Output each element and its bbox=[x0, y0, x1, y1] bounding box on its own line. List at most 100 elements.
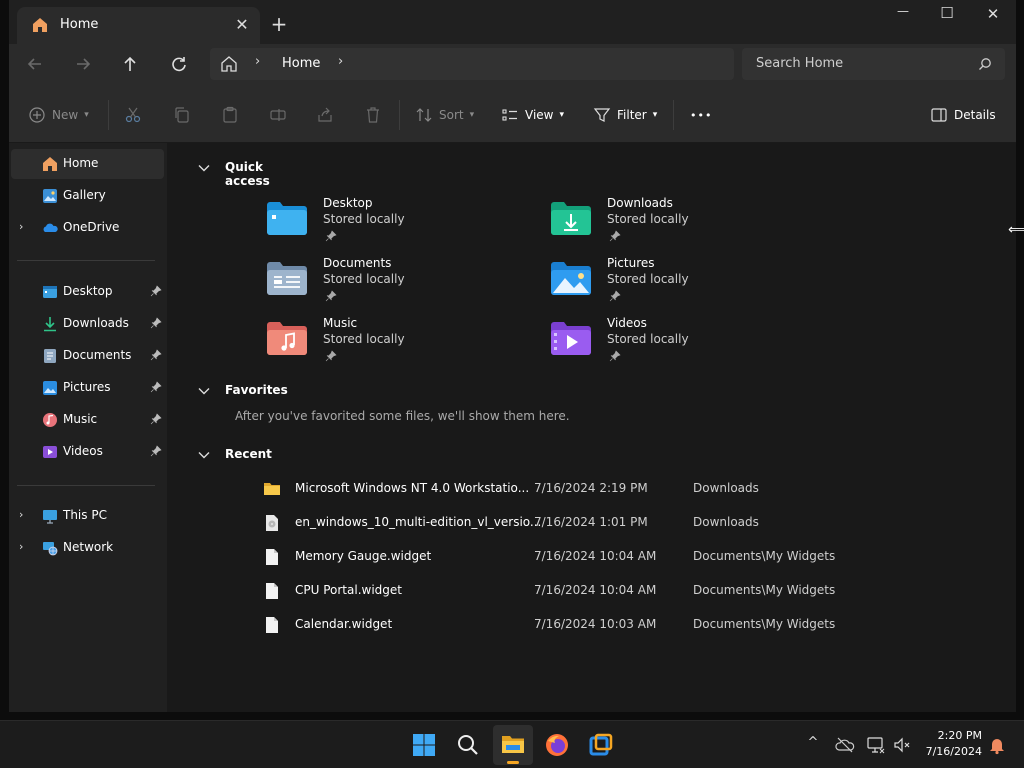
quick-access-name: Downloads bbox=[607, 196, 673, 210]
recent-row[interactable]: CPU Portal.widget 7/16/2024 10:04 AM Doc… bbox=[257, 578, 957, 604]
up-arrow-icon[interactable] bbox=[114, 50, 146, 78]
new-tab-button[interactable]: + bbox=[267, 12, 291, 36]
display-network-icon[interactable] bbox=[866, 735, 886, 755]
sidebar-item-gallery[interactable]: Gallery bbox=[11, 181, 164, 211]
copy-icon[interactable] bbox=[173, 106, 191, 124]
sidebar-item-label: Videos bbox=[63, 444, 103, 458]
sidebar-item-downloads[interactable]: Downloads bbox=[11, 309, 164, 339]
paste-icon[interactable] bbox=[221, 106, 239, 124]
notification-bell-icon[interactable] bbox=[987, 735, 1007, 755]
quick-access-music[interactable]: Music Stored locally bbox=[266, 316, 526, 372]
breadcrumb-chevron-icon[interactable]: › bbox=[255, 54, 260, 69]
sidebar-item-music[interactable]: Music bbox=[11, 405, 164, 435]
tray-overflow-chevron[interactable]: ^ bbox=[803, 735, 823, 755]
recent-row[interactable]: Calendar.widget 7/16/2024 10:03 AM Docum… bbox=[257, 612, 957, 638]
sidebar-item-pictures[interactable]: Pictures bbox=[11, 373, 164, 403]
tab-label: Home bbox=[60, 17, 99, 32]
onedrive-offline-icon[interactable] bbox=[835, 735, 855, 755]
filter-label: Filter bbox=[617, 108, 647, 122]
search-icon[interactable] bbox=[978, 57, 992, 71]
details-pane-button[interactable]: Details bbox=[930, 102, 996, 128]
start-button[interactable] bbox=[404, 725, 444, 765]
monitor-icon bbox=[43, 510, 57, 524]
taskbar-search-button[interactable] bbox=[448, 725, 488, 765]
pin-icon bbox=[609, 230, 621, 242]
documents-folder-icon bbox=[267, 262, 307, 295]
sidebar-item-label: Gallery bbox=[63, 188, 106, 202]
plus-circle-icon bbox=[29, 107, 45, 123]
pin-icon[interactable] bbox=[150, 285, 162, 297]
share-icon[interactable] bbox=[316, 106, 334, 124]
search-box[interactable]: Search Home bbox=[742, 48, 1005, 80]
sidebar-item-onedrive[interactable]: › OneDrive bbox=[11, 213, 164, 243]
breadcrumb-chevron-icon[interactable]: › bbox=[338, 54, 343, 69]
recent-row[interactable]: en_windows_10_multi-edition_vl_versio...… bbox=[257, 510, 957, 536]
sort-label: Sort bbox=[439, 108, 464, 122]
clock-time: 2:20 PM bbox=[937, 729, 982, 742]
sidebar-item-label: Network bbox=[63, 540, 114, 554]
expand-chevron-icon[interactable]: › bbox=[19, 220, 23, 233]
quick-access-desktop[interactable]: Desktop Stored locally bbox=[266, 196, 526, 252]
search-input[interactable]: Search Home bbox=[756, 56, 843, 71]
pin-icon[interactable] bbox=[150, 317, 162, 329]
tab-home[interactable]: Home ✕ bbox=[17, 7, 260, 44]
pin-icon[interactable] bbox=[150, 413, 162, 425]
maximize-button[interactable]: ☐ bbox=[924, 4, 970, 36]
taskbar-virtualbox[interactable] bbox=[581, 725, 621, 765]
sidebar-item-videos[interactable]: Videos bbox=[11, 437, 164, 467]
clock-date: 7/16/2024 bbox=[925, 745, 982, 758]
rename-icon[interactable] bbox=[269, 106, 287, 124]
expand-chevron-icon[interactable]: › bbox=[19, 508, 23, 521]
sidebar-item-documents[interactable]: Documents bbox=[11, 341, 164, 371]
system-clock[interactable]: 2:20 PM 7/16/2024 bbox=[920, 728, 982, 760]
recent-row[interactable]: Memory Gauge.widget 7/16/2024 10:04 AM D… bbox=[257, 544, 957, 570]
more-options-icon[interactable]: ••• bbox=[690, 102, 712, 128]
refresh-icon[interactable] bbox=[163, 50, 195, 78]
sidebar-item-network[interactable]: › Network bbox=[11, 533, 164, 563]
sidebar-item-this-pc[interactable]: › This PC bbox=[11, 501, 164, 531]
pin-icon[interactable] bbox=[150, 445, 162, 457]
recent-row[interactable]: Microsoft Windows NT 4.0 Workstatio... 7… bbox=[257, 476, 957, 502]
sidebar-item-desktop[interactable]: Desktop bbox=[11, 277, 164, 307]
tab-close-button[interactable]: ✕ bbox=[229, 12, 255, 38]
taskbar-file-explorer[interactable] bbox=[493, 725, 533, 765]
forward-arrow-icon[interactable] bbox=[67, 50, 99, 78]
filter-button[interactable]: Filter ▾ bbox=[593, 102, 657, 128]
delete-icon[interactable] bbox=[364, 106, 382, 124]
quick-access-downloads[interactable]: Downloads Stored locally bbox=[550, 196, 810, 252]
cut-icon[interactable] bbox=[124, 106, 142, 124]
document-icon bbox=[44, 349, 56, 363]
volume-muted-icon[interactable] bbox=[892, 735, 912, 755]
pin-icon[interactable] bbox=[150, 349, 162, 361]
sidebar-item-label: Documents bbox=[63, 348, 132, 362]
quick-access-status: Stored locally bbox=[607, 332, 689, 346]
quick-access-name: Documents bbox=[323, 256, 392, 270]
recent-file-date: 7/16/2024 10:03 AM bbox=[534, 617, 657, 631]
quick-access-documents[interactable]: Documents Stored locally bbox=[266, 256, 526, 312]
chevron-down-icon[interactable] bbox=[197, 448, 211, 462]
taskbar-firefox[interactable] bbox=[537, 725, 577, 765]
back-arrow-icon[interactable] bbox=[19, 50, 51, 78]
new-label: New bbox=[52, 108, 79, 122]
resize-cursor-icon: ⟺ bbox=[1008, 222, 1024, 238]
downloads-folder-icon bbox=[551, 202, 591, 235]
close-window-button[interactable]: ✕ bbox=[970, 5, 1016, 37]
quick-access-videos[interactable]: Videos Stored locally bbox=[550, 316, 810, 372]
expand-chevron-icon[interactable]: › bbox=[19, 540, 23, 553]
new-button[interactable]: New ▾ bbox=[28, 102, 89, 128]
breadcrumb-home[interactable]: Home bbox=[282, 56, 320, 71]
pin-icon[interactable] bbox=[150, 381, 162, 393]
quick-access-status: Stored locally bbox=[323, 212, 405, 226]
quick-access-pictures[interactable]: Pictures Stored locally bbox=[550, 256, 810, 312]
address-bar[interactable]: › Home › bbox=[210, 48, 734, 80]
file-icon bbox=[266, 583, 278, 599]
sort-button[interactable]: Sort ▾ bbox=[415, 102, 474, 128]
sidebar-item-home[interactable]: Home bbox=[11, 149, 164, 179]
minimize-button[interactable]: — bbox=[880, 4, 926, 36]
chevron-down-icon[interactable] bbox=[197, 161, 211, 175]
details-label: Details bbox=[954, 108, 996, 122]
view-button[interactable]: View ▾ bbox=[501, 102, 564, 128]
chevron-down-icon[interactable] bbox=[197, 384, 211, 398]
view-list-icon bbox=[502, 109, 517, 121]
view-label: View bbox=[525, 108, 554, 122]
